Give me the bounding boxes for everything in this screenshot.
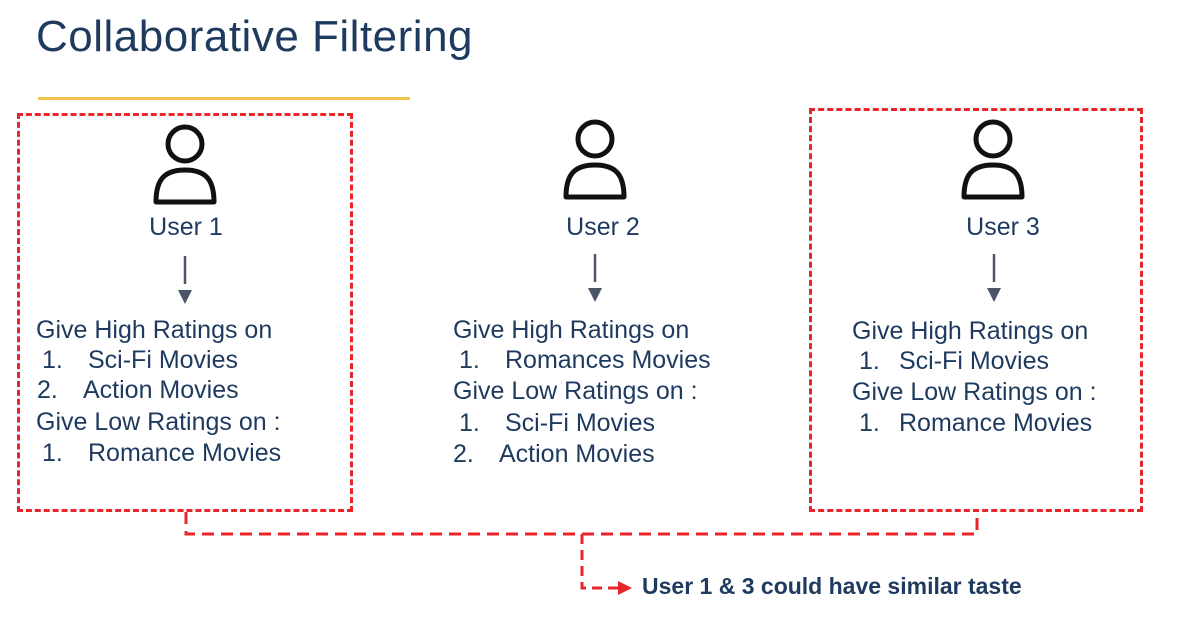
list-item: 1. Romance Movies [859,408,1092,439]
user-icon [150,120,220,210]
title-underline [38,97,410,100]
list-number: 1. [859,409,880,437]
list-item: 2. Action Movies [37,375,239,406]
user-label: User 3 [966,213,1040,241]
list-number: 1. [859,347,880,375]
page-title: Collaborative Filtering [36,12,474,61]
low-ratings-heading: Give Low Ratings on : [453,377,698,405]
high-ratings-heading: Give High Ratings on [852,317,1089,345]
arrow-down-icon [585,254,605,304]
list-item: 1. Sci-Fi Movies [42,345,238,376]
list-text: Romances Movies [505,346,711,374]
user-label: User 2 [566,213,640,241]
arrow-right-icon [618,581,632,595]
low-ratings-heading: Give Low Ratings on : [36,408,281,436]
list-number: 1. [459,409,480,437]
arrow-down-icon [175,256,195,306]
list-item: 1. Sci-Fi Movies [859,346,1049,377]
list-number: 1. [42,439,63,467]
low-ratings-heading: Give Low Ratings on : [852,378,1097,406]
arrow-down-icon [984,254,1004,304]
conclusion-text: User 1 & 3 could have similar taste [642,573,1022,599]
user-label: User 1 [149,213,223,241]
list-text: Romance Movies [899,409,1093,437]
user-icon [560,115,630,205]
list-item: 2. Action Movies [453,439,655,470]
list-item: 1. Romances Movies [459,345,711,376]
list-text: Sci-Fi Movies [505,409,656,437]
list-text: Action Movies [83,376,239,404]
high-ratings-heading: Give High Ratings on [453,316,690,344]
list-number: 1. [459,346,480,374]
list-text: Romance Movies [88,439,282,467]
list-text: Action Movies [499,440,655,468]
list-item: 1. Romance Movies [42,438,281,469]
list-text: Sci-Fi Movies [899,347,1050,375]
list-number: 1. [42,346,63,374]
list-number: 2. [37,376,58,404]
high-ratings-heading: Give High Ratings on [36,316,273,344]
list-number: 2. [453,440,474,468]
user-icon [958,115,1028,205]
list-item: 1. Sci-Fi Movies [459,408,655,439]
list-text: Sci-Fi Movies [88,346,239,374]
